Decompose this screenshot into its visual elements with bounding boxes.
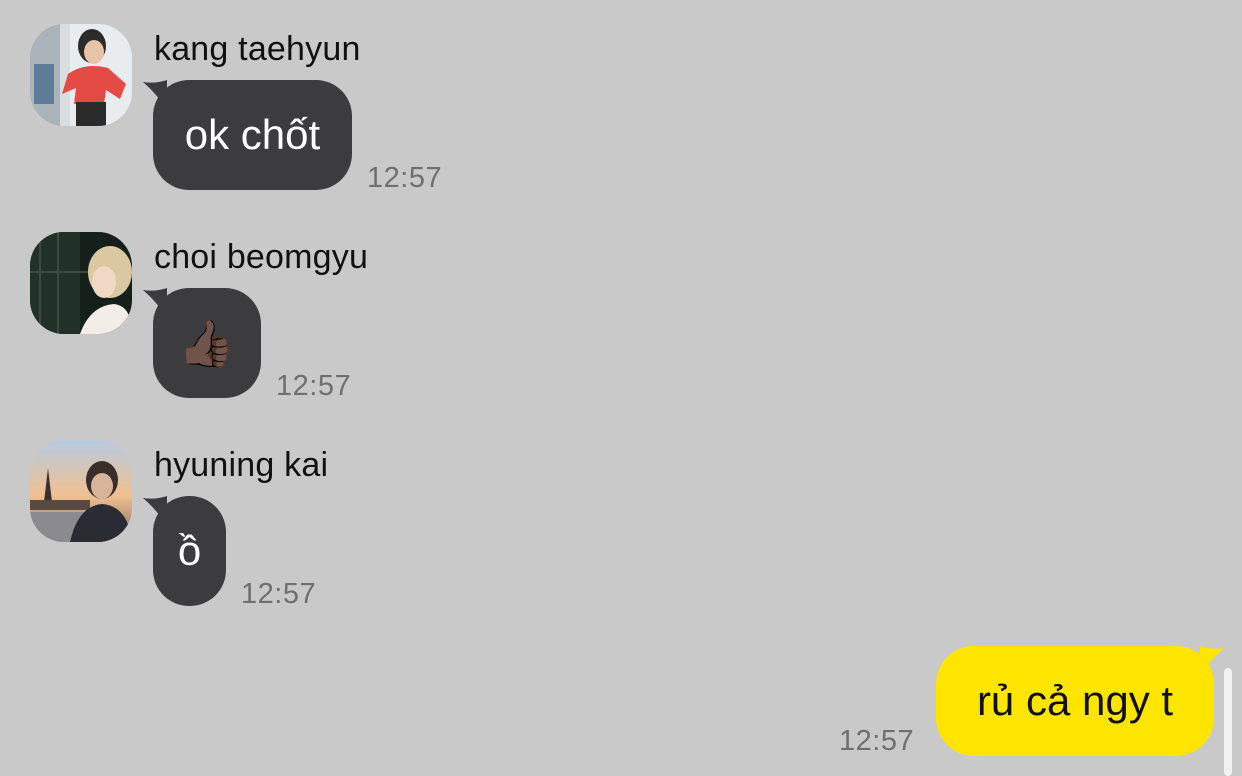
avatar-kang-taehyun-icon — [30, 24, 132, 126]
avatar[interactable] — [30, 232, 132, 334]
message-timestamp: 12:57 — [367, 162, 443, 194]
sender-name: hyuning kai — [154, 446, 329, 484]
my-message-timestamp: 12:57 — [839, 725, 915, 757]
message-bubble[interactable]: 👍🏿 — [143, 288, 261, 398]
message-timestamp: 12:57 — [241, 578, 317, 610]
sender-name: kang taehyun — [154, 30, 361, 68]
bubble-tail-icon — [1200, 646, 1224, 676]
message-text: ồ — [177, 527, 202, 574]
avatar-hyuning-kai-icon — [30, 440, 132, 542]
avatar[interactable] — [30, 24, 132, 126]
chat-area[interactable]: kang taehyun ok chốt 12:57 choi beomgyu — [0, 0, 1242, 776]
message-text: ok chốt — [184, 111, 321, 158]
my-message-bubble[interactable]: rủ cả ngy t — [936, 646, 1224, 756]
avatar[interactable] — [30, 440, 132, 542]
bubble-tail-icon — [143, 288, 167, 318]
message-bubble[interactable]: ồ — [143, 496, 226, 606]
message-bubble[interactable]: ok chốt — [143, 80, 352, 190]
bubble-tail-icon — [143, 496, 167, 526]
avatar-choi-beomgyu-icon — [30, 232, 132, 334]
message-timestamp: 12:57 — [276, 370, 352, 402]
my-message-text: rủ cả ngy t — [976, 677, 1174, 724]
bubble-tail-icon — [143, 80, 167, 110]
sender-name: choi beomgyu — [154, 238, 369, 276]
thumbs-up-icon: 👍🏿 — [178, 316, 236, 369]
scrollbar[interactable] — [1224, 668, 1232, 776]
